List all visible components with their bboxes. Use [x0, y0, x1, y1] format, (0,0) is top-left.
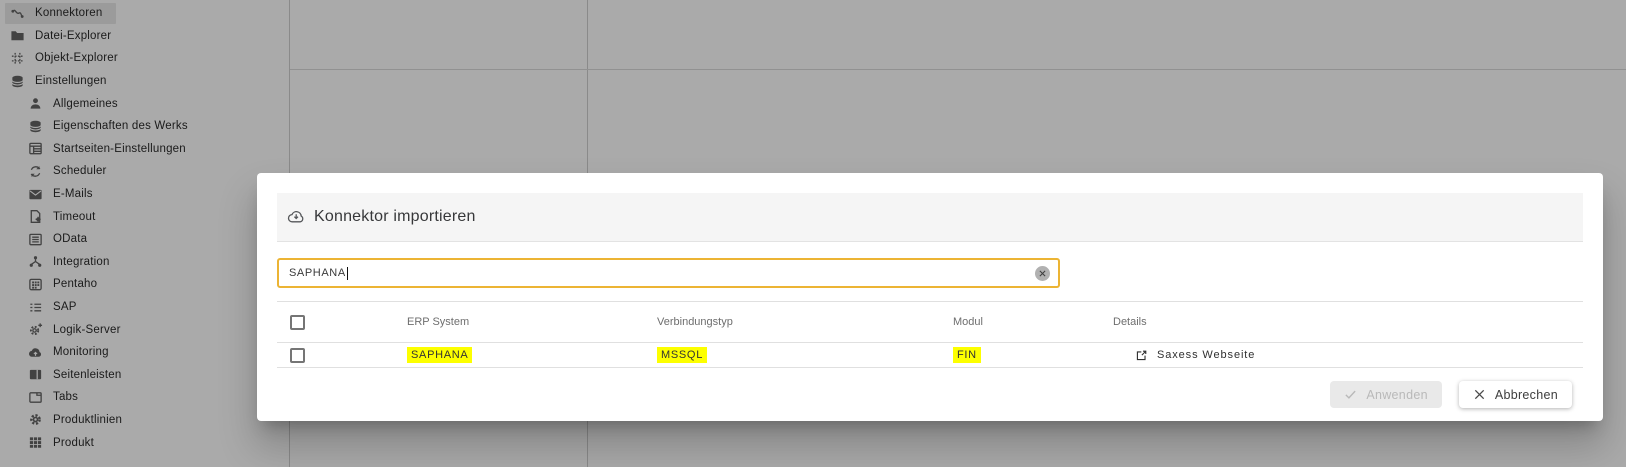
- dialog-title: Konnektor importieren: [314, 208, 476, 225]
- search-input-value: SAPHANA: [289, 267, 346, 279]
- highlighted-match: MSSQL: [657, 347, 708, 363]
- erp-system-cell: SAPHANA: [407, 347, 657, 363]
- close-icon: [1474, 389, 1484, 400]
- table-header-row: ERP System Verbindungstyp Modul Details: [277, 302, 1583, 343]
- highlighted-match: SAPHANA: [407, 347, 473, 363]
- apply-button[interactable]: Anwenden: [1330, 381, 1442, 408]
- connector-table: ERP System Verbindungstyp Modul Details …: [277, 301, 1583, 368]
- clear-search-button[interactable]: [1035, 265, 1050, 281]
- dialog-footer: Anwenden Abbrechen: [1330, 381, 1572, 408]
- column-header-modul: Modul: [953, 316, 983, 328]
- external-link-icon: [1136, 350, 1147, 360]
- details-link[interactable]: Saxess Webseite: [1135, 349, 1255, 362]
- column-header-details: Details: [1113, 316, 1147, 328]
- cancel-button[interactable]: Abbrechen: [1458, 381, 1572, 408]
- search-input[interactable]: SAPHANA: [277, 258, 1060, 288]
- highlighted-match: FIN: [953, 347, 981, 363]
- modul-cell: FIN: [953, 347, 1113, 363]
- details-link-label: Saxess Webseite: [1157, 349, 1256, 361]
- import-connector-dialog: Konnektor importieren SAPHANA ERP System…: [257, 173, 1603, 421]
- column-header-erp-system: ERP System: [407, 316, 470, 328]
- check-icon: [1345, 390, 1356, 399]
- cancel-button-label: Abbrechen: [1494, 387, 1558, 402]
- dialog-header: Konnektor importieren: [277, 193, 1583, 242]
- column-header-verbindungstyp: Verbindungstyp: [657, 316, 733, 328]
- select-all-checkbox[interactable]: [290, 314, 305, 330]
- details-cell: Saxess Webseite: [1113, 349, 1583, 362]
- select-all-cell: [277, 314, 407, 330]
- table-row[interactable]: SAPHANA MSSQL FIN Saxess Webseite: [277, 343, 1583, 368]
- apply-button-label: Anwenden: [1366, 387, 1428, 402]
- verbindungstyp-cell: MSSQL: [657, 347, 953, 363]
- row-checkbox[interactable]: [290, 347, 305, 363]
- text-cursor: [346, 266, 348, 280]
- row-select-cell: [277, 347, 407, 363]
- clear-circle-icon: [1039, 270, 1046, 276]
- cloud-download-icon: [287, 208, 314, 226]
